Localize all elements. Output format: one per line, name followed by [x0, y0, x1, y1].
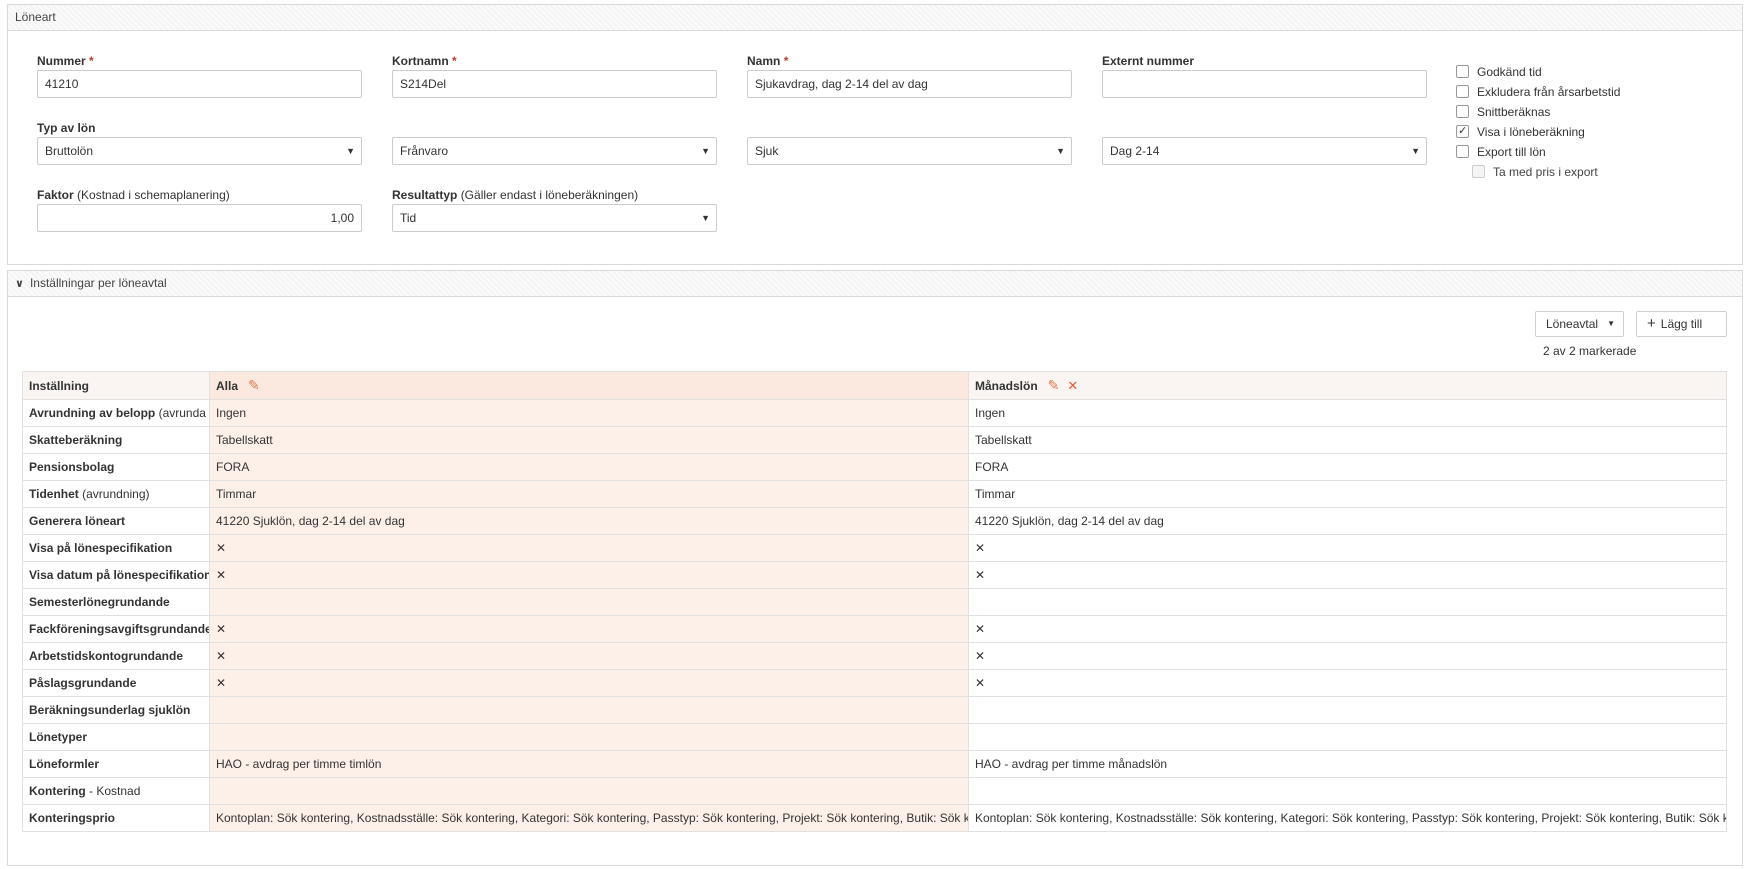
caret-down-icon: ▼: [346, 146, 355, 156]
table-row: Avrundning av belopp (avrunda till)Ingen…: [22, 399, 1727, 427]
select-value: Frånvaro: [400, 144, 449, 158]
plus-icon: +: [1647, 315, 1656, 332]
loneavtal-dropdown-button[interactable]: Löneavtal ▼: [1535, 311, 1624, 337]
panel-title: Löneart: [8, 5, 1742, 31]
nummer-label: Nummer *: [37, 54, 94, 68]
typ-av-lon-select[interactable]: Bruttolön ▼: [37, 137, 362, 165]
select-value: Sjuk: [755, 144, 779, 158]
externt-nummer-input[interactable]: [1102, 70, 1427, 98]
column-header-manadslon: Månadslön ✎ ✕: [968, 371, 1727, 400]
table-row: Visa datum på lönespecifikation ✕ ✕: [22, 561, 1727, 589]
resultattyp-label: Resultattyp (Gäller endast i löneberäkni…: [392, 188, 639, 202]
x-icon: ✕: [209, 534, 969, 562]
kortnamn-label: Kortnamn *: [392, 54, 457, 68]
chevron-down-icon[interactable]: ∨: [15, 278, 24, 290]
panel-title-row[interactable]: ∨ Inställningar per löneavtal: [8, 271, 1742, 297]
x-icon: ✕: [968, 615, 1727, 643]
table-row: Pensionsbolag FORA FORA: [22, 453, 1727, 481]
x-icon: ✕: [968, 534, 1727, 562]
add-button[interactable]: + Lägg till: [1636, 311, 1727, 337]
column-header-alla: Alla ✎: [209, 371, 969, 400]
select-value: Dag 2-14: [1110, 144, 1160, 158]
resultattyp-select[interactable]: Tid ▼: [392, 204, 717, 232]
table-row: Kontering - Kostnad: [22, 777, 1727, 805]
checkbox-box-checked[interactable]: [1456, 122, 1469, 140]
externt-nummer-label: Externt nummer: [1102, 54, 1195, 68]
table-row: Beräkningsunderlag sjuklön: [22, 696, 1727, 724]
checkbox-godkand-tid[interactable]: Godkänd tid: [1456, 63, 1542, 81]
panel-title: Inställningar per löneavtal: [29, 276, 167, 290]
faktor-input[interactable]: 1,00: [37, 204, 362, 232]
namn-input[interactable]: Sjukavdrag, dag 2-14 del av dag: [747, 70, 1072, 98]
table-row: Påslagsgrundande ✕ ✕: [22, 669, 1727, 697]
table-row: Fackföreningsavgiftsgrundande ✕ ✕: [22, 615, 1727, 643]
lonetyp-level3-select[interactable]: Sjuk ▼: [747, 137, 1072, 165]
namn-label: Namn *: [747, 54, 789, 68]
x-icon: ✕: [209, 669, 969, 697]
x-icon: ✕: [968, 561, 1727, 589]
checkbox-box[interactable]: [1456, 105, 1469, 118]
checkbox-box[interactable]: [1472, 165, 1485, 178]
checkbox-box[interactable]: [1456, 85, 1469, 98]
table-row: Konteringsprio Kontoplan: Sök kontering, …: [22, 804, 1727, 832]
table-row: Generera löneart 41220 Sjuklön, dag 2-14 …: [22, 507, 1727, 535]
x-icon: ✕: [209, 615, 969, 643]
x-icon: ✕: [968, 642, 1727, 670]
caret-down-icon: ▼: [701, 213, 710, 223]
table-row: Skatteberäkning Tabellskatt Tabellskatt: [22, 426, 1727, 454]
select-value: Tid: [400, 211, 417, 225]
table-row: Tidenhet (avrundning) Timmar Timmar: [22, 480, 1727, 508]
close-icon[interactable]: ✕: [1067, 378, 1078, 393]
x-icon: ✕: [209, 561, 969, 589]
checkbox-snittberaknas[interactable]: Snittberäknas: [1456, 103, 1550, 121]
x-icon: ✕: [968, 669, 1727, 697]
table-row: Lönetyper: [22, 723, 1727, 751]
selection-info: 2 av 2 markerade: [1543, 344, 1637, 358]
x-icon: ✕: [209, 642, 969, 670]
table-row: Semesterlönegrundande: [22, 588, 1727, 616]
table-header-row: Inställning Alla ✎ Månadslön ✎ ✕: [22, 371, 1727, 400]
faktor-label: Faktor (Kostnad i schemaplanering): [37, 188, 230, 202]
table-row: Löneformler HAO - avdrag per timme timlön…: [22, 750, 1727, 778]
select-value: Bruttolön: [45, 144, 94, 158]
settings-table: Inställning Alla ✎ Månadslön ✎ ✕ Avrundning…: [22, 371, 1727, 832]
table-row: Visa på lönespecifikation ✕ ✕: [22, 534, 1727, 562]
pencil-icon[interactable]: ✎: [1048, 377, 1060, 393]
caret-down-icon: ▼: [1056, 146, 1065, 156]
caret-down-icon: ▼: [1607, 319, 1615, 328]
table-row: Arbetstidskontogrundande ✕ ✕: [22, 642, 1727, 670]
caret-down-icon: ▼: [701, 146, 710, 156]
checkbox-exkludera-arsarbetstid[interactable]: Exkludera från årsarbetstid: [1456, 83, 1620, 101]
checkbox-export-till-lon[interactable]: Export till lön: [1456, 143, 1546, 161]
nummer-input[interactable]: 41210: [37, 70, 362, 98]
kortnamn-input[interactable]: S214Del: [392, 70, 717, 98]
lonetyp-level4-select[interactable]: Dag 2-14 ▼: [1102, 137, 1427, 165]
checkbox-ta-med-pris-i-export[interactable]: Ta med pris i export: [1472, 163, 1598, 181]
checkbox-visa-i-loneberakning[interactable]: Visa i löneberäkning: [1456, 122, 1585, 141]
caret-down-icon: ▼: [1411, 146, 1420, 156]
checkbox-box[interactable]: [1456, 65, 1469, 78]
checkbox-box[interactable]: [1456, 145, 1469, 158]
typ-av-lon-label: Typ av lön: [37, 121, 96, 135]
lonetyp-level2-select[interactable]: Frånvaro ▼: [392, 137, 717, 165]
pencil-icon[interactable]: ✎: [248, 377, 260, 393]
column-header-setting: Inställning: [22, 371, 210, 400]
